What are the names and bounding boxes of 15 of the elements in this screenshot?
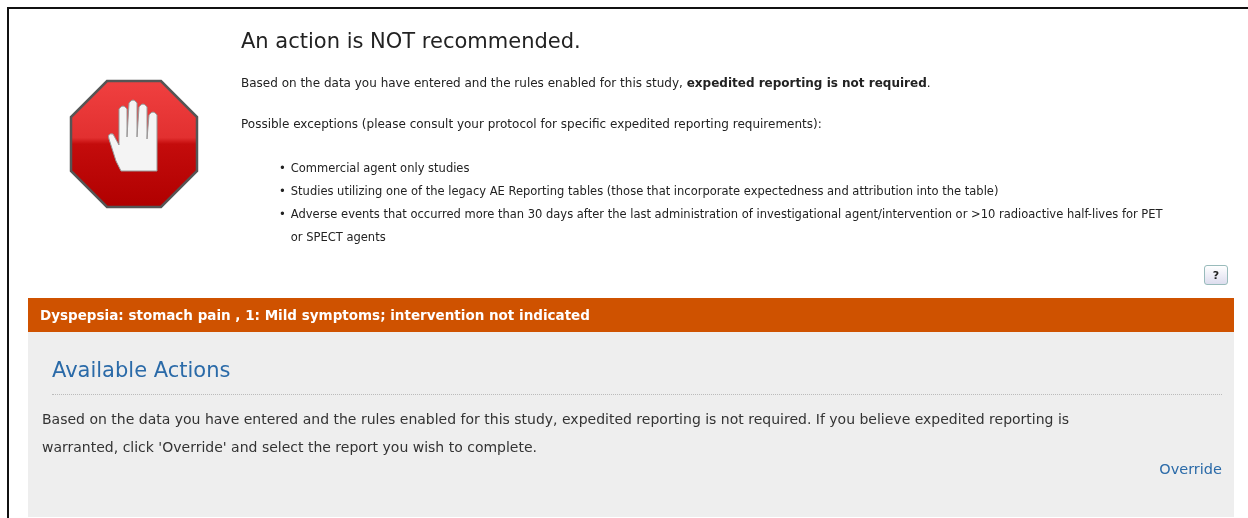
stop-hand-icon: [69, 79, 199, 209]
help-icon[interactable]: ?: [1204, 265, 1228, 285]
override-link[interactable]: Override: [1159, 461, 1222, 477]
summary-text: Based on the data you have entered and the rules enabled for this study, expedited reporting is not required.: [241, 75, 932, 91]
actions-text: Based on the data you have entered and the rules enabled for this study, expedited reporting is not required. If you believe expedited reporting is warranted, click 'Override' and select the report you wish to complete.: [42, 410, 1071, 457]
exception-item: Commercial agent only studies: [290, 160, 470, 177]
exceptions-intro: Possible exceptions (please consult your protocol for specific expedited reporting requirements):: [241, 116, 823, 132]
exception-item: Adverse events that occurred more than 30 days after the last administration of investigational agent/intervention or >10 radioactive half-lives for PET or SPECT agents: [290, 206, 1164, 246]
actions-heading: Available Actions: [52, 358, 1222, 395]
bullet: •: [279, 160, 286, 177]
bullet: •: [279, 206, 286, 223]
result-title: An action is NOT recommended.: [241, 29, 582, 53]
bullet: •: [279, 183, 286, 200]
exception-item: Studies utilizing one of the legacy AE Reporting tables (those that incorporate expectedness and attribution into the table): [290, 183, 999, 200]
event-bar: Dyspepsia: stomach pain , 1: Mild symptoms; intervention not indicated: [28, 298, 1234, 332]
